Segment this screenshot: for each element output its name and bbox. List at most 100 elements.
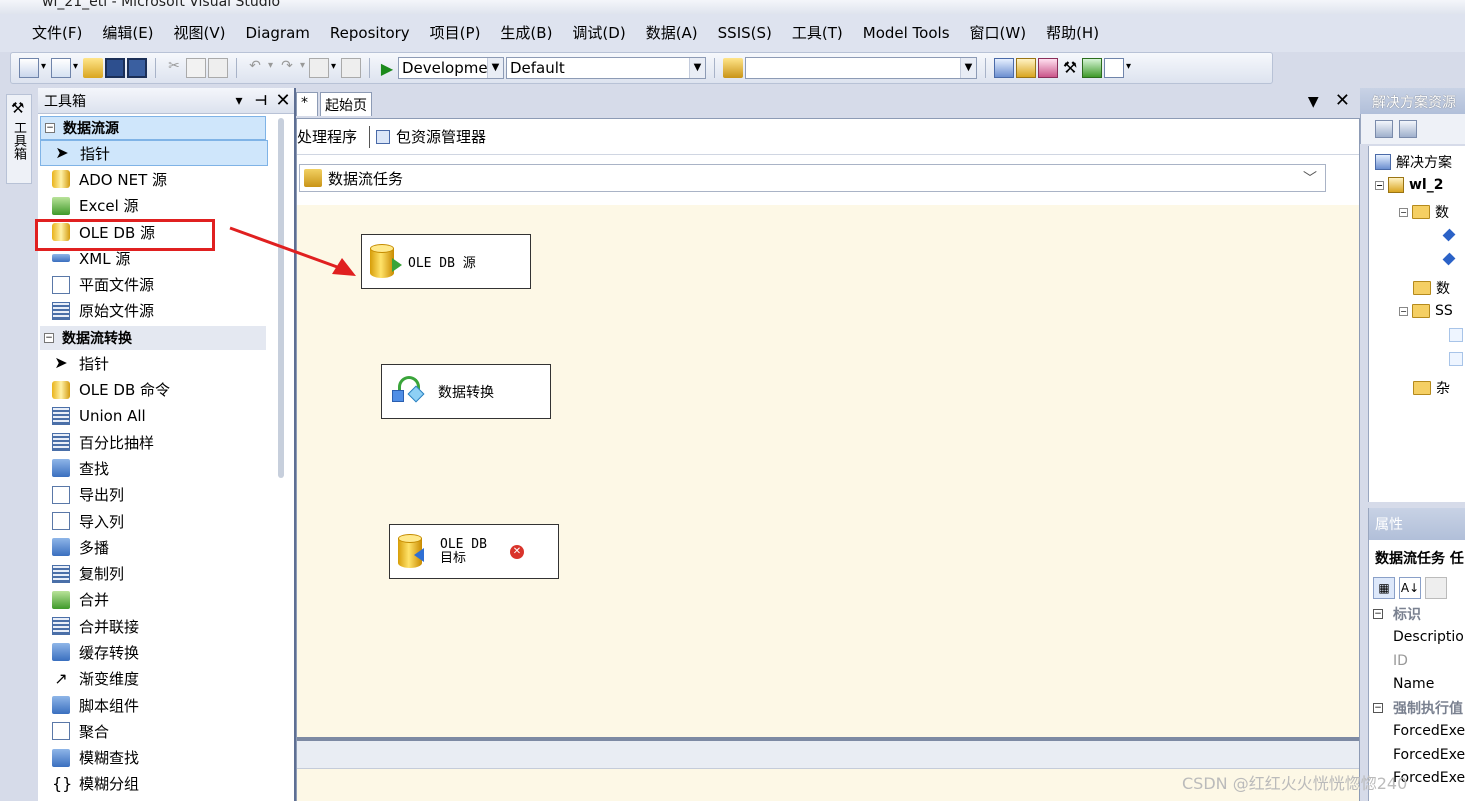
toolbox-item-excel-source[interactable]: Excel 源 [40,193,268,219]
toolbox-item-import-column[interactable]: 导入列 [40,508,268,534]
properties-object-select[interactable]: 数据流任务 任 [1369,540,1465,574]
toolbox-item-cache-transform[interactable]: 缓存转换 [40,639,268,665]
design-canvas[interactable]: OLE DB 源 数据转换 OLE DB 目标 ✕ [297,205,1359,737]
error-icon[interactable]: ✕ [510,544,524,559]
property-row-name[interactable]: Name [1369,673,1465,697]
window-position-icon[interactable]: ▾ [228,93,250,109]
menu-tools[interactable]: 工具(T) [782,18,853,48]
toolbox-icon[interactable]: ⚒ [1060,58,1080,78]
cut-icon[interactable]: ✂ [164,58,184,78]
toolbox-item-fuzzy-lookup[interactable]: 模糊查找 [40,745,268,771]
collapse-icon[interactable]: − [1375,180,1384,190]
open-folder-icon[interactable] [83,58,103,78]
menu-debug[interactable]: 调试(D) [562,18,635,48]
paste-icon[interactable] [208,58,228,78]
tree-node-data-source-views[interactable]: 数 [1413,278,1450,298]
menu-window[interactable]: 窗口(W) [960,18,1037,48]
find-combo[interactable]: ▼ [745,57,977,79]
menu-ssis[interactable]: SSIS(S) [708,18,782,48]
close-icon[interactable]: ✕ [272,90,294,111]
toolbox-item-merge[interactable]: 合并 [40,587,268,613]
categorized-icon[interactable]: ▦ [1373,577,1395,599]
active-files-icon[interactable]: ▼ [1308,94,1319,110]
toolbox-item-merge-join[interactable]: 合并联接 [40,613,268,639]
property-row-id[interactable]: ID [1369,649,1465,673]
toolbox-item-slowly-changing-dimension[interactable]: ↗ 渐变维度 [40,666,268,692]
toolbox-item-fuzzy-grouping[interactable]: {} 模糊分组 [40,771,268,797]
save-icon[interactable] [105,58,125,78]
menu-data[interactable]: 数据(A) [636,18,708,48]
toolbox-group-data-flow-sources[interactable]: − 数据流源 [40,116,266,140]
navigate-backward-icon[interactable] [309,58,336,78]
toolbox-item-raw-file-source[interactable]: 原始文件源 [40,298,268,324]
properties-icon[interactable] [1375,120,1393,138]
tree-node-solution[interactable]: 解决方案 [1375,152,1452,172]
tab-package-explorer[interactable]: 包资源管理器 [390,126,492,147]
menu-edit[interactable]: 编辑(E) [92,18,163,48]
toolbox-item-percentage-sampling[interactable]: 百分比抽样 [40,429,268,455]
solution-configuration-select[interactable]: Developmer ▼ [398,57,504,79]
properties-window-icon[interactable] [1016,58,1036,78]
tree-node-data-sources[interactable]: − 数 [1399,202,1449,222]
toolbox-item-script-component[interactable]: 脚本组件 [40,692,268,718]
start-page-icon[interactable] [1082,58,1102,78]
collapse-icon[interactable]: − [45,123,55,133]
tree-node-connection[interactable] [1442,228,1459,242]
menu-file[interactable]: 文件(F) [22,18,92,48]
property-category-identification[interactable]: − 标识 [1369,602,1465,626]
menu-diagram[interactable]: Diagram [236,18,320,48]
tree-node-package[interactable] [1449,328,1463,342]
tab-start-page[interactable]: 起始页 [320,92,372,116]
property-row-forced-execution-value[interactable]: ForcedExe [1369,720,1465,744]
property-pages-icon[interactable] [1425,577,1447,599]
tree-node-miscellaneous[interactable]: 杂 [1413,378,1450,398]
property-category-forced-execution-value[interactable]: − 强制执行值 [1369,696,1465,720]
show-all-files-icon[interactable] [1399,120,1417,138]
data-conversion-component[interactable]: 数据转换 [381,364,551,419]
chevron-down-icon[interactable]: ▼ [960,58,976,78]
tree-node-ssis-packages[interactable]: − SS [1399,303,1453,319]
auto-hide-pin-icon[interactable]: ⊣ [250,93,272,109]
toolbox-item-ado-net-source[interactable]: ADO NET 源 [40,166,268,192]
solution-explorer-icon[interactable] [994,58,1014,78]
collapse-icon[interactable]: − [44,333,54,344]
menu-help[interactable]: 帮助(H) [1036,18,1109,48]
property-row-description[interactable]: Descriptio [1369,626,1465,650]
toolbox-item-export-column[interactable]: 导出列 [40,482,268,508]
close-icon[interactable]: ✕ [1335,90,1350,111]
toolbox-item-pointer[interactable]: ➤ 指针 [40,350,268,376]
collapse-icon[interactable]: − [1373,608,1383,619]
toolbox-item-pointer[interactable]: ➤ 指针 [40,140,268,167]
menu-view[interactable]: 视图(V) [164,18,236,48]
chevron-down-icon[interactable]: ﹀ [1303,168,1317,188]
save-all-icon[interactable] [127,58,147,78]
redo-icon[interactable]: ↷ [277,58,305,78]
object-browser-icon[interactable] [1038,58,1058,78]
collapse-icon[interactable]: − [1373,702,1383,713]
tab-package-designer[interactable]: * [296,92,318,116]
new-project-icon[interactable] [19,58,46,78]
ole-db-destination-component[interactable]: OLE DB 目标 ✕ [389,524,559,579]
undo-icon[interactable]: ↶ [245,58,273,78]
toolbox-item-multicast[interactable]: 多播 [40,534,268,560]
toolbox-item-ole-db-command[interactable]: OLE DB 命令 [40,376,268,402]
window-options-icon[interactable] [1104,58,1131,78]
alphabetical-icon[interactable]: A↓ [1399,577,1421,599]
find-in-files-icon[interactable] [723,58,743,78]
tab-event-handlers[interactable]: 处理程序 [297,126,363,147]
collapse-icon[interactable]: − [1399,207,1408,217]
toolbox-group-data-flow-transformations[interactable]: − 数据流转换 [40,326,266,351]
add-item-icon[interactable] [51,58,78,78]
tree-node-project[interactable]: − wl_2 [1375,177,1443,193]
start-debugging-icon[interactable]: ▶ [378,59,396,78]
tree-node-connection[interactable] [1442,252,1459,266]
menu-repository[interactable]: Repository [320,18,420,48]
collapse-icon[interactable]: − [1399,306,1408,316]
toolbox-item-copy-column[interactable]: 复制列 [40,560,268,586]
menu-model-tools[interactable]: Model Tools [853,18,960,48]
tree-node-package[interactable] [1449,352,1463,366]
chevron-down-icon[interactable]: ▼ [689,58,705,78]
chevron-down-icon[interactable]: ▼ [487,58,503,78]
copy-icon[interactable] [186,58,206,78]
toolbox-side-tab[interactable]: ⚒ 工具箱 [6,94,32,184]
